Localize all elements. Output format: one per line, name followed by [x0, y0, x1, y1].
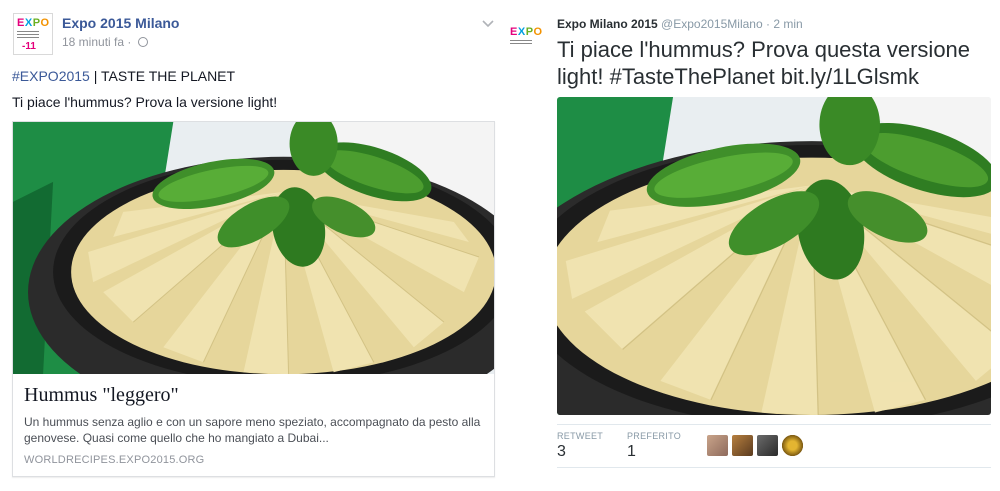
link-attachment[interactable]: Hummus "leggero" Un hummus senza aglio e… [12, 121, 495, 477]
avatar[interactable] [707, 435, 728, 456]
logo-subtext-icon [510, 40, 532, 46]
twitter-tweet: EXPO Expo Milano 2015 @Expo2015Milano · … [506, 0, 1000, 491]
account-name[interactable]: Expo Milano 2015 [557, 17, 658, 31]
logo-countdown: -11 [22, 41, 36, 52]
link-description: Un hummus senza aglio e con un sapore me… [24, 415, 481, 445]
post-timestamp[interactable]: 18 minuti fa · [62, 35, 148, 49]
hummus-photo[interactable] [13, 122, 494, 374]
favorite-count: 1 [627, 443, 636, 460]
chevron-down-icon[interactable] [482, 15, 494, 28]
expo-page-avatar[interactable]: EXPO -11 [13, 13, 53, 55]
logo-subtext-icon [17, 31, 39, 40]
tweet-timestamp[interactable]: 2 min [773, 17, 802, 31]
retweet-count: 3 [557, 443, 566, 460]
avatar[interactable] [732, 435, 753, 456]
link-domain: WORLDRECIPES.EXPO2015.ORG [24, 454, 205, 466]
expo-logo-icon: EXPO [17, 17, 50, 29]
link-title[interactable]: Hummus "leggero" [24, 384, 179, 407]
favorite-label: PREFERITO [627, 431, 682, 441]
avatar[interactable] [782, 435, 803, 456]
expo-logo-icon: EXPO [510, 26, 543, 38]
link-caption[interactable]: Hummus "leggero" Un hummus senza aglio e… [13, 374, 494, 476]
separator-dot: · [765, 17, 770, 31]
post-text-rest: | TASTE THE PLANET [89, 68, 236, 84]
favorite-stat[interactable]: PREFERITO 1 [627, 431, 681, 461]
timestamp-text: 18 minuti fa · [62, 35, 132, 49]
account-handle[interactable]: @Expo2015Milano [661, 17, 763, 31]
page-name-link[interactable]: Expo 2015 Milano [62, 15, 179, 31]
tweet-stats: RETWEET 3 PREFERITO 1 [557, 424, 991, 468]
retweet-stat[interactable]: RETWEET 3 [557, 431, 603, 461]
tweet-text: Ti piace l'hummus? Prova questa versione… [557, 37, 971, 89]
avatar[interactable] [757, 435, 778, 456]
post-text-line-2: Ti piace l'hummus? Prova la versione lig… [12, 94, 278, 110]
expo-profile-avatar[interactable]: EXPO [510, 27, 550, 53]
globe-icon [137, 37, 148, 47]
retweet-label: RETWEET [557, 431, 604, 441]
tweet-header: Expo Milano 2015 @Expo2015Milano · 2 min [557, 17, 803, 31]
post-text-line-1: #EXPO2015 | TASTE THE PLANET [12, 68, 235, 84]
facebook-post: EXPO -11 Expo 2015 Milano 18 minuti fa ·… [0, 0, 506, 491]
tweet-photo[interactable] [557, 97, 991, 415]
hashtag-link[interactable]: #EXPO2015 [12, 68, 90, 84]
